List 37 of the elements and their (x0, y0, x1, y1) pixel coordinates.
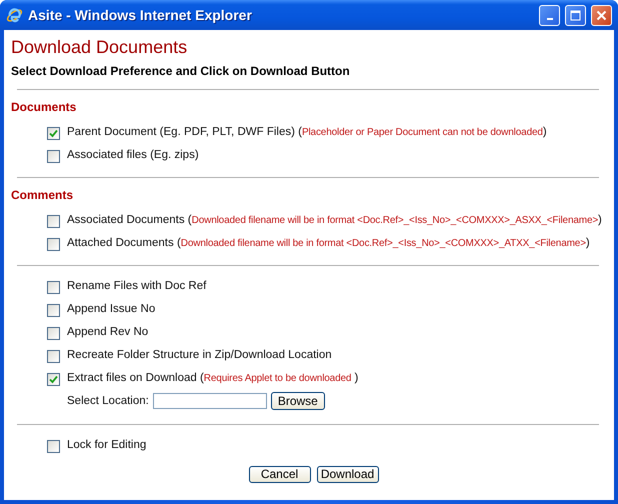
option-label: Lock for Editing (67, 438, 146, 450)
close-button[interactable] (591, 4, 612, 26)
checkbox[interactable] (47, 440, 60, 452)
location-label: Select Location: (67, 395, 149, 407)
section-heading: Comments (11, 188, 74, 202)
page-title: Download Documents (11, 36, 188, 58)
option-label: Attached Documents (Downloaded filename will be in format <Doc.Ref>_<Iss_No>_<COMXXX>_ATXX_<Filename>) (67, 236, 590, 248)
checkbox[interactable] (47, 372, 60, 386)
option-label: Rename Files with Doc Ref (67, 280, 206, 292)
minimize-icon (546, 18, 552, 20)
close-icon (596, 10, 607, 20)
action-button[interactable]: Cancel (248, 466, 310, 483)
checkbox[interactable] (47, 280, 60, 294)
checkbox[interactable] (47, 126, 60, 140)
option-label: Extract files on Download (Requires Applet to be downloaded ) (67, 372, 358, 384)
location-field[interactable] (152, 393, 267, 409)
option-label: Parent Document (Eg. PDF, PLT, DWF Files) (Placeholder or Paper Document can not be downloaded) (67, 126, 547, 138)
checkbox[interactable] (47, 326, 60, 340)
action-button[interactable]: Download (316, 466, 378, 483)
checkbox[interactable] (47, 214, 60, 228)
checkbox[interactable] (47, 304, 60, 316)
maximize-button[interactable] (565, 4, 586, 26)
checkbox[interactable] (47, 238, 60, 250)
section-heading: Documents (11, 100, 76, 114)
maximize-icon (570, 10, 581, 20)
option-label: Associated Documents (Downloaded filename will be in format <Doc.Ref>_<Iss_No>_<COMXXX>_ASXX_<Filename>) (67, 214, 602, 226)
window-title: Asite - Windows Internet Explorer (28, 7, 253, 23)
checkbox[interactable] (47, 150, 60, 162)
browser-icon (6, 6, 23, 24)
browse-button[interactable]: Browse (270, 392, 325, 410)
page-subtitle: Select Download Preference and Click on Download Button (11, 64, 350, 78)
option-label: Append Issue No (67, 302, 156, 314)
checkbox[interactable] (47, 350, 60, 362)
option-label: Append Rev No (67, 326, 148, 338)
minimize-button[interactable] (539, 4, 560, 26)
option-label: Recreate Folder Structure in Zip/Download Location (67, 348, 332, 360)
option-label: Associated files (Eg. zips) (67, 148, 199, 160)
